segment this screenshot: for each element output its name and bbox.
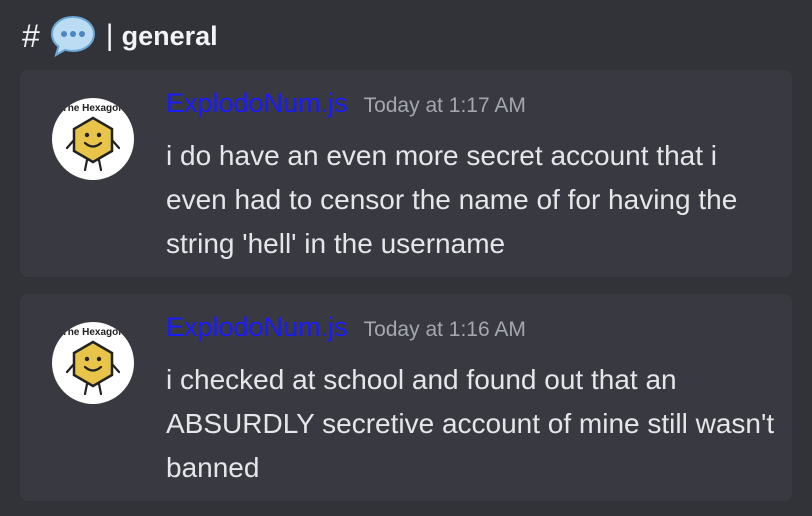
message-header: ExplodoNum.js Today at 1:17 AM bbox=[166, 88, 526, 119]
hexagon-avatar-icon: The Hexagon bbox=[62, 103, 125, 172]
avatar[interactable]: The Hexagon bbox=[52, 322, 134, 404]
message-card[interactable]: The Hexagon ExplodoNum.js Today at 1:17 … bbox=[20, 70, 792, 277]
message-text: i checked at school and found out that a… bbox=[166, 364, 775, 483]
message-timestamp[interactable]: Today at 1:16 AM bbox=[364, 318, 526, 342]
avatar-caption: The Hexagon bbox=[62, 327, 125, 338]
header-separator: | bbox=[105, 19, 114, 52]
message-card[interactable]: The Hexagon ExplodoNum.js Today at 1:16 … bbox=[20, 294, 792, 501]
channel-name[interactable]: general bbox=[122, 22, 218, 50]
message-timestamp[interactable]: Today at 1:17 AM bbox=[364, 94, 526, 118]
message-text: i do have an even more secret account th… bbox=[166, 140, 738, 259]
hexagon-avatar-icon: The Hexagon bbox=[62, 327, 125, 396]
author-name[interactable]: ExplodoNum.js bbox=[166, 312, 348, 343]
avatar[interactable]: The Hexagon bbox=[52, 98, 134, 180]
message-header: ExplodoNum.js Today at 1:16 AM bbox=[166, 312, 526, 343]
avatar-caption: The Hexagon bbox=[62, 103, 125, 114]
speech-bubble-icon bbox=[50, 15, 96, 58]
author-name[interactable]: ExplodoNum.js bbox=[166, 88, 348, 119]
channel-header: # | general bbox=[22, 14, 218, 58]
channel-hash-symbol: # bbox=[22, 18, 40, 54]
